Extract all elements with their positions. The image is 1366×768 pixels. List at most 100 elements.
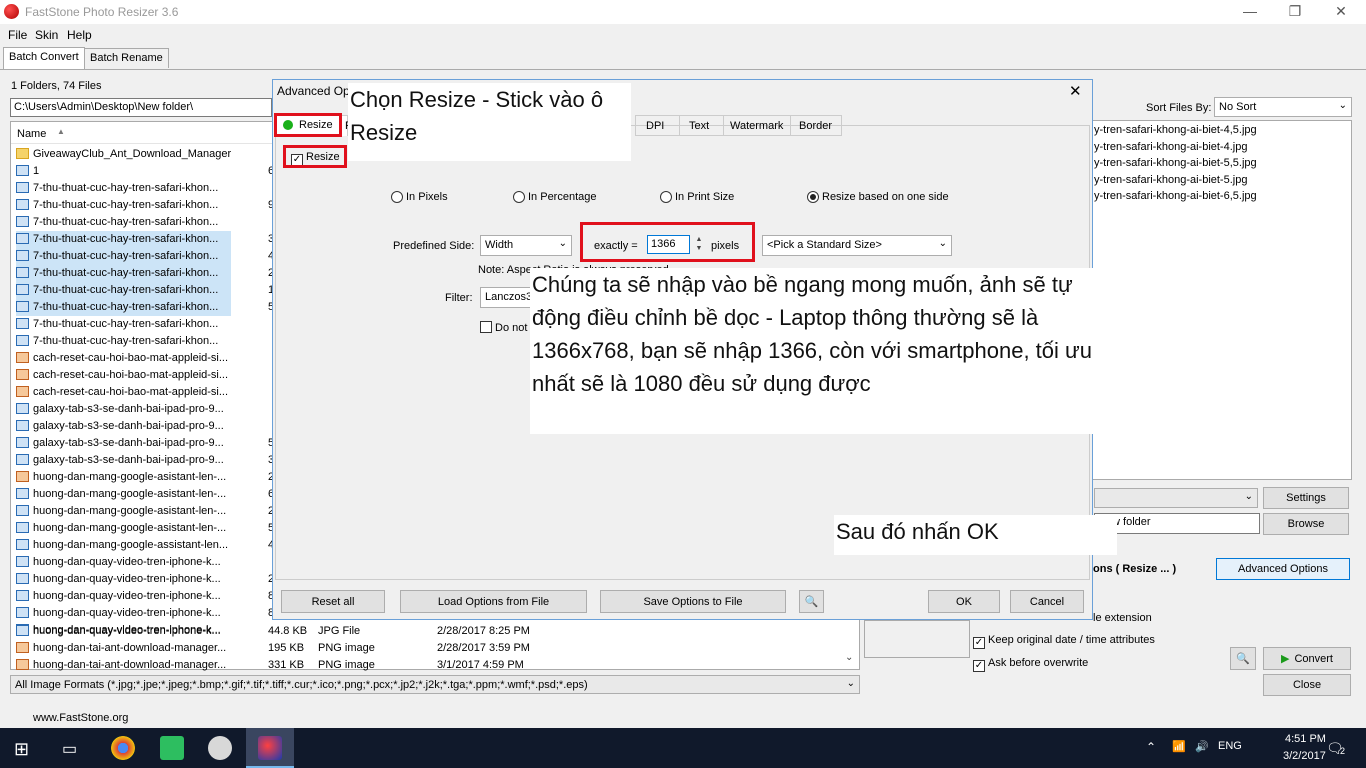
list-item[interactable]: huong-dan-quay-video-tren-iphone-k...	[16, 571, 231, 588]
input-file-item[interactable]: y-tren-safari-khong-ai-biet-4.jpg	[1094, 141, 1247, 153]
list-item[interactable]: 7-thu-thuat-cuc-hay-tren-safari-khon...	[16, 248, 231, 265]
list-item[interactable]: galaxy-tab-s3-se-danh-bai-ipad-pro-9...	[16, 401, 231, 418]
input-file-item[interactable]: y-tren-safari-khong-ai-biet-6,5.jpg	[1094, 190, 1257, 202]
wifi-icon[interactable]: 📶	[1172, 740, 1186, 753]
list-item[interactable]: 1	[16, 163, 231, 180]
windows-start-icon[interactable]: ⊞	[14, 739, 29, 760]
tab-border[interactable]: Border	[790, 115, 842, 136]
list-item[interactable]: 7-thu-thuat-cuc-hay-tren-safari-khon...	[16, 214, 231, 231]
menu-skin[interactable]: Skin	[35, 28, 58, 42]
file-type: PNG image	[318, 659, 375, 671]
list-item[interactable]: cach-reset-cau-hoi-bao-mat-appleid-si...	[16, 367, 231, 384]
tab-watermark[interactable]: Watermark	[723, 115, 791, 136]
file-size: 331 KB	[268, 659, 305, 671]
close-icon[interactable]: ✕	[1069, 82, 1082, 100]
do-not-checkbox[interactable]: Do not	[480, 321, 527, 334]
list-item[interactable]: huong-dan-mang-google-asistant-len-...	[16, 486, 231, 503]
list-item[interactable]: huong-dan-mang-google-assistant-len...	[16, 537, 231, 554]
standard-size-value: <Pick a Standard Size>	[767, 239, 882, 251]
save-options-button[interactable]: Save Options to File	[600, 590, 786, 613]
list-item[interactable]: huong-dan-mang-google-asistant-len-...	[16, 469, 231, 486]
list-item[interactable]: huong-dan-mang-google-asistant-len-...	[16, 520, 231, 537]
advanced-options-button[interactable]: Advanced Options	[1216, 558, 1350, 580]
chevron-down-icon: ⌄	[938, 238, 947, 249]
input-file-item[interactable]: y-tren-safari-khong-ai-biet-5.jpg	[1094, 174, 1247, 186]
tab-batch-rename[interactable]: Batch Rename	[84, 48, 169, 68]
list-item[interactable]: huong-dan-mang-google-asistant-len-...	[16, 503, 231, 520]
scroll-down-icon[interactable]: ⌄	[845, 652, 853, 663]
tab-text[interactable]: Text	[679, 115, 724, 136]
list-item[interactable]: huong-dan-tai-ant-download-manager...	[16, 640, 231, 657]
task-view-icon[interactable]: ▭	[62, 739, 77, 759]
list-item[interactable]: huong-dan-quay-video-tren-iphone-k...	[16, 605, 231, 622]
keep-date-checkbox[interactable]: ✓ Keep original date / time attributes	[973, 634, 1155, 649]
list-item[interactable]: 7-thu-thuat-cuc-hay-tren-safari-khon...	[16, 265, 231, 282]
input-file-item[interactable]: y-tren-safari-khong-ai-biet-4,5.jpg	[1094, 124, 1257, 136]
radio-icon	[660, 191, 672, 203]
preview-icon[interactable]: 🔍	[799, 590, 824, 613]
cancel-button[interactable]: Cancel	[1010, 590, 1084, 613]
clock-time[interactable]: 4:51 PM	[1285, 733, 1326, 745]
chrome-icon[interactable]	[111, 736, 135, 760]
ask-overwrite-checkbox[interactable]: ✓ Ask before overwrite	[973, 657, 1088, 672]
list-item[interactable]: 7-thu-thuat-cuc-hay-tren-safari-khon...	[16, 231, 231, 248]
menu-help[interactable]: Help	[67, 28, 92, 42]
list-item[interactable]: cach-reset-cau-hoi-bao-mat-appleid-si...	[16, 384, 231, 401]
list-item[interactable]: 7-thu-thuat-cuc-hay-tren-safari-khon...	[16, 180, 231, 197]
volume-icon[interactable]: 🔊	[1195, 740, 1209, 753]
preview-box	[864, 620, 970, 658]
paint-icon[interactable]	[208, 736, 232, 760]
preview-icon[interactable]: 🔍	[1230, 647, 1256, 670]
list-item[interactable]: galaxy-tab-s3-se-danh-bai-ipad-pro-9...	[16, 435, 231, 452]
output-folder-input[interactable]: New folder	[1094, 513, 1260, 534]
sort-select[interactable]: No Sort ⌄	[1214, 97, 1352, 117]
folder-path-input[interactable]: C:\Users\Admin\Desktop\New folder\	[10, 98, 272, 117]
file-format-filter[interactable]: All Image Formats (*.jpg;*.jpe;*.jpeg;*.…	[10, 675, 860, 694]
radio-resize-one-side[interactable]: Resize based on one side	[807, 191, 949, 203]
reset-all-button[interactable]: Reset all	[281, 590, 385, 613]
language-indicator[interactable]: ENG	[1218, 740, 1242, 752]
list-item[interactable]: cach-reset-cau-hoi-bao-mat-appleid-si...	[16, 350, 231, 367]
load-options-button[interactable]: Load Options from File	[400, 590, 587, 613]
tab-dpi[interactable]: DPI	[635, 115, 680, 136]
list-item[interactable]: 7-thu-thuat-cuc-hay-tren-safari-khon...	[16, 197, 231, 214]
list-item[interactable]: huong-dan-tai-ant-download-manager...	[16, 657, 231, 674]
list-item[interactable]: 7-thu-thuat-cuc-hay-tren-safari-khon...	[16, 299, 231, 316]
predefined-side-select[interactable]: Width ⌄	[480, 235, 572, 256]
minimize-button[interactable]: —	[1235, 2, 1265, 22]
radio-in-percentage[interactable]: In Percentage	[513, 191, 597, 203]
radio-in-print-size[interactable]: In Print Size	[660, 191, 734, 203]
evernote-icon[interactable]	[160, 736, 184, 760]
list-item[interactable]: galaxy-tab-s3-se-danh-bai-ipad-pro-9...	[16, 418, 231, 435]
maximize-button[interactable]: ❐	[1280, 2, 1310, 22]
settings-button[interactable]: Settings	[1263, 487, 1349, 509]
input-file-item[interactable]: y-tren-safari-khong-ai-biet-5,5.jpg	[1094, 157, 1257, 169]
list-item[interactable]: 7-thu-thuat-cuc-hay-tren-safari-khon...	[16, 282, 231, 299]
jpg-file-icon	[16, 437, 29, 448]
png-file-icon	[16, 352, 29, 363]
ok-button[interactable]: OK	[928, 590, 1000, 613]
convert-button[interactable]: ▶ Convert	[1263, 647, 1351, 670]
chevron-up-icon[interactable]: ⌃	[1146, 740, 1156, 754]
tab-batch-convert[interactable]: Batch Convert	[3, 47, 85, 69]
close-button[interactable]: Close	[1263, 674, 1351, 696]
menu-file[interactable]: File	[8, 28, 27, 42]
dialog-title: Advanced Opt	[277, 84, 354, 98]
file-name: 7-thu-thuat-cuc-hay-tren-safari-khon...	[33, 182, 219, 194]
list-item[interactable]: galaxy-tab-s3-se-danh-bai-ipad-pro-9...	[16, 452, 231, 469]
list-item[interactable]: 7-thu-thuat-cuc-hay-tren-safari-khon...	[16, 333, 231, 350]
clock-date[interactable]: 3/2/2017	[1283, 750, 1326, 762]
extension-label: le extension	[1093, 612, 1152, 624]
website-link[interactable]: www.FastStone.org	[33, 712, 128, 724]
output-format-select[interactable]: ⌄	[1094, 488, 1258, 508]
column-header-name[interactable]: Name	[17, 128, 46, 140]
list-item[interactable]: huong-dan-quay-video-tren-iphone-k...	[16, 588, 231, 605]
standard-size-select[interactable]: <Pick a Standard Size> ⌄	[762, 235, 952, 256]
radio-in-pixels[interactable]: In Pixels	[391, 191, 448, 203]
list-item[interactable]: 7-thu-thuat-cuc-hay-tren-safari-khon...	[16, 316, 231, 333]
close-window-button[interactable]: ✕	[1326, 2, 1356, 22]
list-item[interactable]: huong-dan-quay-video-tren-iphone-k...	[16, 623, 231, 640]
list-item[interactable]: huong-dan-quay-video-tren-iphone-k...	[16, 554, 231, 571]
browse-button[interactable]: Browse	[1263, 513, 1349, 535]
list-item[interactable]: GiveawayClub_Ant_Download_Manager	[16, 146, 231, 163]
